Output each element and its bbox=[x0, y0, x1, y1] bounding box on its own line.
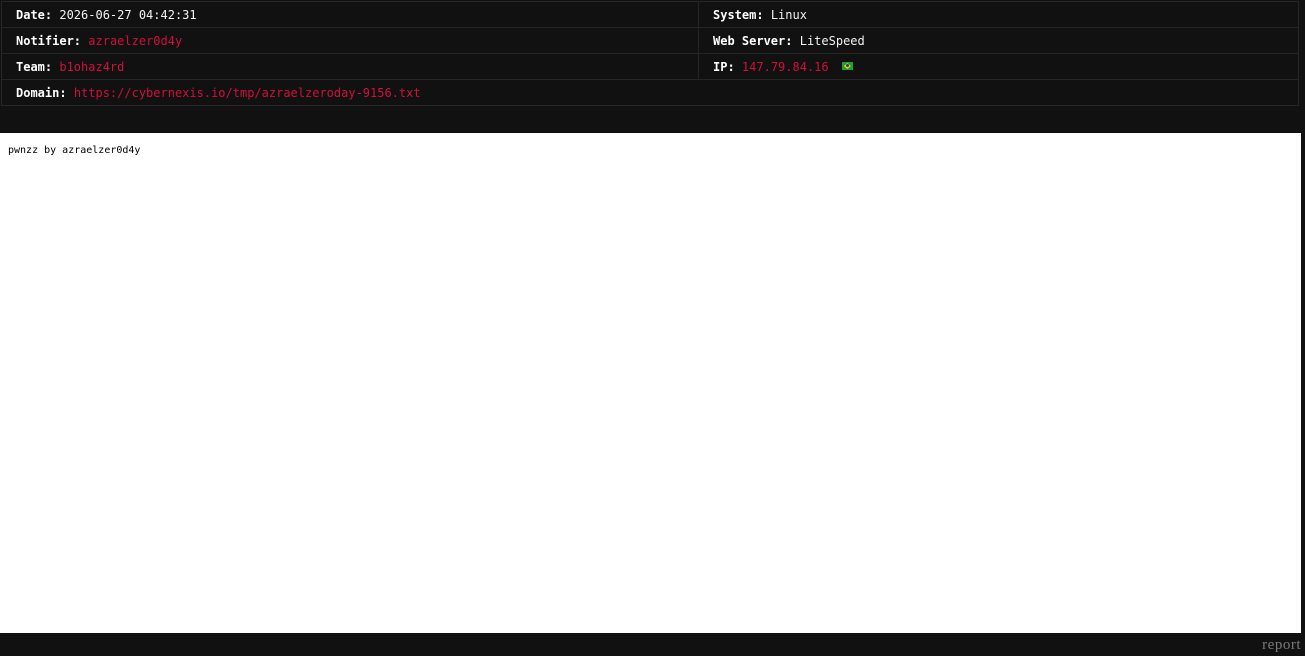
ip-label: IP: bbox=[713, 59, 735, 74]
team-label: Team: bbox=[16, 59, 53, 74]
info-row: Team: b1ohaz4rd IP: 147.79.84.16 bbox=[1, 53, 1299, 80]
notifier-link[interactable]: azraelzer0d4y bbox=[88, 34, 182, 48]
team-link[interactable]: b1ohaz4rd bbox=[59, 60, 124, 74]
mirror-content-text: pwnzz by azraelzer0d4y bbox=[8, 145, 141, 156]
webserver-value: LiteSpeed bbox=[799, 33, 865, 48]
date-value: 2026-06-27 04:42:31 bbox=[59, 7, 197, 22]
domain-label: Domain: bbox=[16, 85, 67, 100]
notifier-cell: Notifier: azraelzer0d4y bbox=[1, 27, 699, 54]
report-link[interactable]: report bbox=[1262, 637, 1301, 654]
system-value: Linux bbox=[770, 7, 807, 22]
notifier-label: Notifier: bbox=[16, 33, 82, 48]
domain-cell: Domain: https://cybernexis.io/tmp/azrael… bbox=[1, 79, 1299, 106]
system-label: System: bbox=[713, 7, 764, 22]
date-label: Date: bbox=[16, 7, 53, 22]
ip-link[interactable]: 147.79.84.16 bbox=[742, 60, 829, 74]
team-cell: Team: b1ohaz4rd bbox=[1, 53, 699, 80]
info-row: Domain: https://cybernexis.io/tmp/azrael… bbox=[1, 79, 1299, 106]
info-table: Date: 2026-06-27 04:42:31 System: Linux … bbox=[1, 1, 1299, 106]
system-cell: System: Linux bbox=[698, 1, 1299, 28]
webserver-cell: Web Server: LiteSpeed bbox=[698, 27, 1299, 54]
domain-link[interactable]: https://cybernexis.io/tmp/azraelzeroday-… bbox=[74, 86, 421, 100]
brazil-flag-icon bbox=[841, 62, 853, 70]
mirror-page: Date: 2026-06-27 04:42:31 System: Linux … bbox=[0, 0, 1305, 656]
webserver-label: Web Server: bbox=[713, 33, 793, 48]
mirror-frame[interactable] bbox=[0, 133, 1301, 633]
ip-cell: IP: 147.79.84.16 bbox=[698, 53, 1299, 80]
info-row: Notifier: azraelzer0d4y Web Server: Lite… bbox=[1, 27, 1299, 54]
date-cell: Date: 2026-06-27 04:42:31 bbox=[1, 1, 699, 28]
info-row: Date: 2026-06-27 04:42:31 System: Linux bbox=[1, 1, 1299, 28]
